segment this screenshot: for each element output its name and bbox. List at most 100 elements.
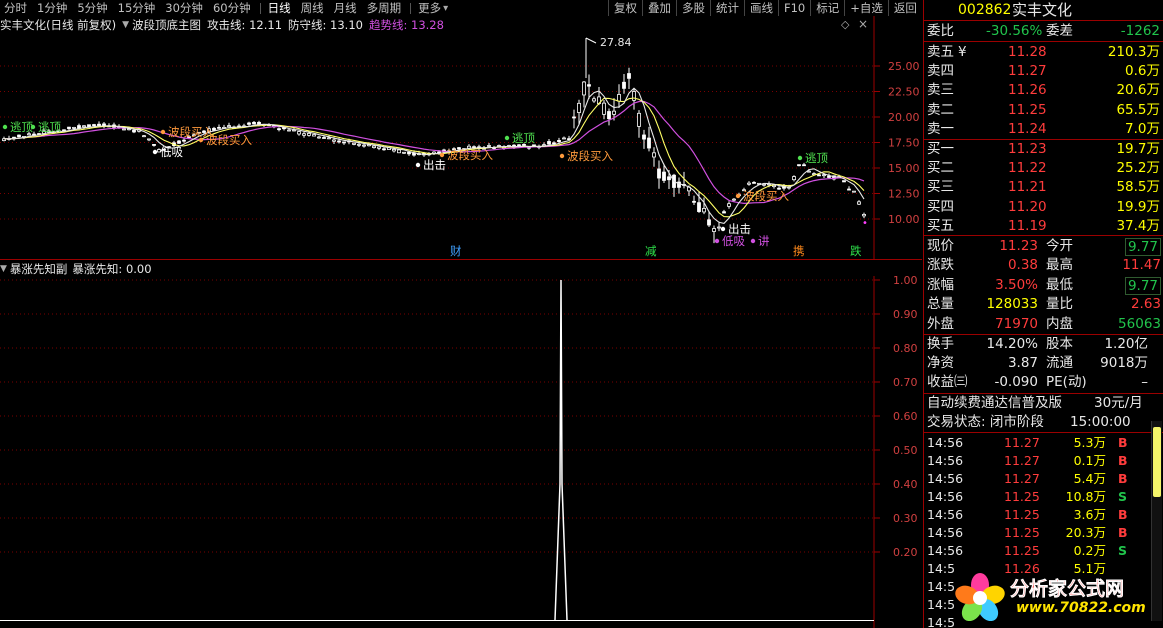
ask-price[interactable]: 11.27	[1008, 62, 1047, 80]
candle-body	[127, 128, 131, 131]
timeframe-8[interactable]: 月线	[334, 0, 357, 16]
scroll-thumb[interactable]	[1153, 427, 1161, 497]
event-marker: 财	[450, 244, 462, 258]
promo-price[interactable]: 30元/月	[1094, 394, 1143, 412]
main-chart[interactable]: 25.00 22.50 20.00 17.50 15.00 12.50 10.00 27.84…	[0, 16, 922, 260]
bid-price[interactable]: 11.22	[1008, 159, 1047, 177]
sub-tick-label: 0.70	[893, 376, 918, 389]
signal-label: 逃顶	[38, 120, 61, 134]
attack-line	[3, 87, 865, 225]
candle-body	[662, 171, 666, 181]
toolbar-button-8[interactable]: 返回	[887, 0, 922, 16]
candle-body	[697, 202, 701, 212]
quote-row[interactable]: 外盘 71970 内盘 56063	[924, 315, 1163, 333]
toolbar-button-2[interactable]: 多股	[676, 0, 710, 16]
tick-row[interactable]: 14:5611.2510.8万S7	[924, 488, 1163, 506]
tick-row[interactable]: 14:5611.250.2万S1	[924, 542, 1163, 560]
price-tick-label: 10.00	[888, 213, 920, 226]
candle-body	[617, 94, 621, 102]
ask-label: 卖一	[927, 120, 954, 137]
timeframe-1[interactable]: 1分钟	[37, 0, 67, 16]
candle-body	[552, 142, 556, 145]
tick-row[interactable]: 14:5611.270.1万B1	[924, 452, 1163, 470]
timeframe-0[interactable]: 分时	[4, 0, 27, 16]
candle-body	[642, 134, 646, 140]
quote-row[interactable]: 涨幅 3.50% 最低 9.77	[924, 276, 1163, 295]
bid-price[interactable]: 11.23	[1008, 140, 1047, 158]
ask-price[interactable]: 11.26	[1008, 81, 1047, 99]
timeframe-6[interactable]: 日线	[268, 0, 291, 16]
ask-row[interactable]: 卖三 11.26 20.6万	[924, 81, 1163, 99]
candle-body	[352, 142, 356, 145]
timeframe-3[interactable]: 15分钟	[118, 0, 156, 16]
ask-label: 卖三	[927, 82, 954, 99]
promo-text[interactable]: 自动续费通达信普及版	[927, 394, 1062, 412]
sub-chart[interactable]: 1.00 0.90 0.80 0.70 0.60 0.50 0.40 0.30 0.20	[0, 276, 922, 628]
tick-volume: 10.8万	[1065, 489, 1106, 504]
toolbar-button-1[interactable]: 叠加	[642, 0, 676, 16]
timeframe-5[interactable]: 60分钟	[213, 0, 251, 16]
quote-row[interactable]: 现价 11.23 今开 9.77	[924, 237, 1163, 256]
candle-body	[657, 168, 661, 179]
candle-body	[792, 176, 796, 181]
tick-time: 14:56	[927, 453, 964, 468]
ask-row[interactable]: 卖五 ¥11.28 210.3万	[924, 43, 1163, 61]
bid-price[interactable]: 11.19	[1008, 217, 1047, 235]
bid-price[interactable]: 11.21	[1008, 178, 1047, 196]
tick-row[interactable]: 14:5611.275.4万B9	[924, 470, 1163, 488]
tick-volume: 3.6万	[1073, 507, 1106, 522]
bid-row[interactable]: 买五 11.19 37.4万	[924, 217, 1163, 235]
bid-price[interactable]: 11.20	[1008, 198, 1047, 216]
ask-row[interactable]: 卖一 11.24 7.0万	[924, 120, 1163, 138]
tick-time: 14:5	[927, 615, 956, 628]
toolbar-divider	[259, 2, 261, 14]
toolbar-button-6[interactable]: 标记	[810, 0, 844, 16]
candle-body	[732, 198, 736, 201]
dropdown-icon[interactable]: ▼	[0, 264, 7, 274]
tick-time: 14:5	[927, 597, 956, 612]
ask-row[interactable]: 卖二 11.25 65.5万	[924, 101, 1163, 119]
tick-row[interactable]: 14:5611.275.3万B1	[924, 434, 1163, 452]
quote-row[interactable]: 涨跌 0.38 最高 11.47	[924, 256, 1163, 274]
bid-row[interactable]: 买二 11.22 25.2万	[924, 159, 1163, 177]
toolbar-button-0[interactable]: 复权	[608, 0, 642, 16]
ask-price[interactable]: 11.24	[1008, 120, 1047, 138]
ask-label: 卖四	[927, 63, 954, 80]
quote-value: 11.23	[999, 238, 1038, 254]
bid-row[interactable]: 买四 11.20 19.9万	[924, 198, 1163, 216]
bid-volume: 19.7万	[1116, 141, 1160, 157]
promo-row[interactable]: 自动续费通达信普及版 30元/月	[924, 394, 1163, 412]
timeframe-7[interactable]: 周线	[301, 0, 324, 16]
toolbar-button-4[interactable]: 画线	[744, 0, 778, 16]
timeframe-4[interactable]: 30分钟	[165, 0, 203, 16]
candle-body	[67, 126, 71, 130]
toolbar-button-3[interactable]: 统计	[710, 0, 744, 16]
tick-row[interactable]: 14:5611.253.6万B1	[924, 506, 1163, 524]
ask-price[interactable]: 11.25	[1008, 101, 1047, 119]
toolbar-button-5[interactable]: F10	[778, 0, 810, 16]
candle-body	[132, 129, 136, 133]
more-arrow-icon[interactable]: ▾	[443, 3, 448, 14]
timeframe-2[interactable]: 5分钟	[77, 0, 107, 16]
fundamental-row[interactable]: 净资 3.87 流通 9018万	[924, 354, 1163, 372]
fundamental-row[interactable]: 收益㈢ -0.090 PE(动) –	[924, 373, 1163, 391]
sub-indicator-name[interactable]: 暴涨先知副	[10, 261, 68, 277]
candle-body	[727, 203, 731, 207]
candle-body	[392, 149, 396, 152]
fundamental-row[interactable]: 换手 14.20% 股本 1.20亿	[924, 335, 1163, 353]
quote-label: 外盘	[927, 315, 954, 332]
tick-volume: 5.3万	[1073, 435, 1106, 450]
price-unit: ¥	[958, 44, 967, 60]
toolbar-button-7[interactable]: +自选	[844, 0, 888, 16]
trade-status: 交易状态: 闭市阶段	[927, 414, 1044, 430]
quote-row[interactable]: 总量 128033 量比 2.63	[924, 295, 1163, 313]
signal-dot	[735, 193, 741, 199]
ask-row[interactable]: 卖四 11.27 0.6万	[924, 62, 1163, 80]
candle-body	[152, 144, 156, 146]
bid-row[interactable]: 买一 11.23 19.7万	[924, 140, 1163, 158]
ask-price[interactable]: 11.28	[1008, 43, 1047, 61]
tick-row[interactable]: 14:5611.2520.3万B4	[924, 524, 1163, 542]
bid-row[interactable]: 买三 11.21 58.5万	[924, 178, 1163, 196]
timeframe-9[interactable]: 多周期	[367, 0, 402, 16]
timeframe-10[interactable]: 更多	[418, 0, 441, 16]
